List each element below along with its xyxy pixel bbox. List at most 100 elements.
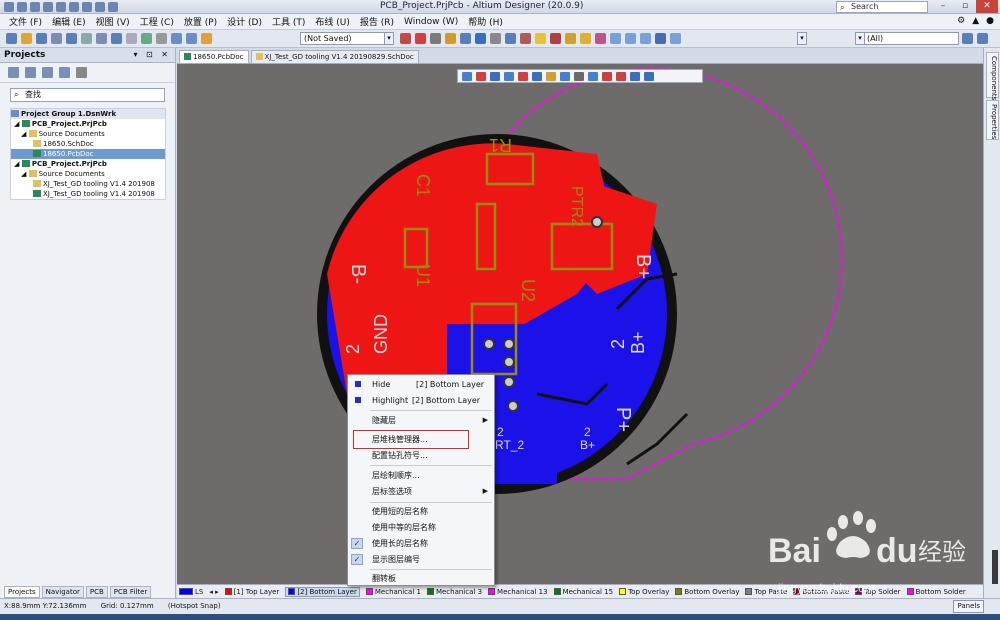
layer-color-swatch <box>365 587 373 595</box>
doc-tab-schdoc[interactable]: XJ_Test_GD tooling V1.4 20190829.SchDoc <box>250 50 419 63</box>
menu-item-show-layer-numbers[interactable]: ✓ 显示图层编号 <box>348 552 494 567</box>
vertical-scrollbar[interactable] <box>992 550 998 584</box>
toolbar-extra-icons[interactable] <box>962 33 988 44</box>
status-bar: X:88.9mm Y:72.136mm Grid: 0.127mm (Hotsp… <box>0 598 1000 614</box>
layer-tab-top-layer[interactable]: [1] Top Layer <box>224 587 279 596</box>
tree-item-schdoc[interactable]: XJ_Test_GD tooling V1.4 201908 <box>11 179 165 189</box>
quick-access-toolbar[interactable] <box>4 2 118 12</box>
tab-projects[interactable]: Projects <box>4 586 40 598</box>
via <box>591 216 603 228</box>
pcb-canvas[interactable]: R1 C1 U1 U2 PTR2 B- B+ GND 2 2 B+ P+ 2 R… <box>177 64 983 584</box>
menu-file[interactable]: 文件 (F) <box>4 15 47 28</box>
layer-color-swatch <box>179 587 193 595</box>
toolbar-file-icons[interactable] <box>6 33 212 44</box>
menu-separator <box>370 502 492 503</box>
layer-context-menu: Hide [2] Bottom Layer Highlight [2] Bottom… <box>347 374 495 586</box>
close-button[interactable]: ✕ <box>976 0 998 13</box>
tree-item-project-group[interactable]: Project Group 1.DsnWrk <box>11 109 165 119</box>
layer-tab-mechanical-3[interactable]: Mechanical 3 <box>426 587 482 596</box>
menu-window[interactable]: Window (W) <box>399 17 463 27</box>
layer-tab-mechanical-1[interactable]: Mechanical 1 <box>365 587 421 596</box>
tab-navigator[interactable]: Navigator <box>41 586 84 598</box>
tab-components[interactable]: Components <box>986 52 999 100</box>
layer-set-dropdown[interactable]: ▾ <box>797 32 807 45</box>
main-toolbar: (Not Saved) ▾ ▾ (All) ▾ <box>0 30 1000 48</box>
tab-properties[interactable]: Properties <box>986 100 999 140</box>
schematic-doc-icon <box>255 53 263 60</box>
menu-tools[interactable]: 工具 (T) <box>267 15 310 28</box>
tree-item-project[interactable]: ◢ PCB_Project.PrjPcb <box>11 119 165 129</box>
bell-icon[interactable]: ▲ <box>972 16 979 26</box>
projects-panel-header: Projects ▾ ⊡ ✕ <box>0 48 175 63</box>
menu-design[interactable]: 设计 (D) <box>222 15 267 28</box>
pcb-label-rt2: RT_2 <box>495 438 524 452</box>
pcb-label-gnd: GND <box>371 314 391 354</box>
menu-reports[interactable]: 报告 (R) <box>355 15 399 28</box>
gear-icon[interactable]: ⚙ <box>957 16 965 26</box>
layer-tab-top-overlay[interactable]: Top Overlay <box>619 587 669 596</box>
pcb-label-bplus-3: B+ <box>580 438 595 452</box>
user-icon[interactable]: ● <box>986 16 994 26</box>
tree-item-pcbdoc[interactable]: XJ_Test_GD tooling V1.4 201908 <box>11 189 165 199</box>
layer-color-swatch <box>553 587 561 595</box>
tab-pcb[interactable]: PCB <box>85 586 108 598</box>
layer-tab-bottom-overlay[interactable]: Bottom Overlay <box>675 587 739 596</box>
pcb-label-u2: U2 <box>518 279 538 302</box>
tree-item-project[interactable]: ◢ PCB_Project.PrjPcb <box>11 159 165 169</box>
menu-item-layer-label-options[interactable]: 层标签选项 ▶ <box>348 484 494 499</box>
tree-item-schdoc[interactable]: 18650.SchDoc <box>11 139 165 149</box>
pcb-label-bplus: B+ <box>632 254 654 279</box>
menu-edit[interactable]: 编辑 (E) <box>47 15 91 28</box>
pcb-doc-icon <box>184 53 191 60</box>
menu-item-medium-names[interactable]: 使用中等的层名称 <box>348 520 494 535</box>
projects-search-input[interactable]: ⌕ 查找 <box>10 88 165 102</box>
right-panel-strip: Components Properties <box>983 48 1000 598</box>
menu-item-layer-order[interactable]: 层绘制顺序... <box>348 468 494 483</box>
layer-scroll-buttons[interactable]: ◂ ▸ <box>209 588 218 596</box>
menu-item-short-names[interactable]: 使用短的层名称 <box>348 504 494 519</box>
toolbar-pcb-icons[interactable] <box>400 33 681 44</box>
menu-project[interactable]: 工程 (C) <box>135 15 179 28</box>
panels-button[interactable]: Panels <box>953 600 984 613</box>
menu-view[interactable]: 视图 (V) <box>91 15 135 28</box>
menu-item-long-names[interactable]: ✓ 使用长的层名称 <box>348 536 494 551</box>
project-tree: Project Group 1.DsnWrk ◢ PCB_Project.Prj… <box>10 108 166 200</box>
layer-tab-bottom-layer[interactable]: [2] Bottom Layer <box>285 586 360 597</box>
chevron-down-icon: ▾ <box>856 33 865 44</box>
global-search-input[interactable]: ⌕ Search <box>836 1 928 13</box>
pcb-label-pplus: P+ <box>612 407 634 432</box>
tree-item-folder[interactable]: ◢ Source Documents <box>11 129 165 139</box>
layer-color-swatch <box>224 587 232 595</box>
menu-help[interactable]: 帮助 (H) <box>463 15 508 28</box>
maximize-button[interactable]: ▫ <box>954 0 976 13</box>
menu-item-hide[interactable]: Hide [2] Bottom Layer <box>348 377 494 392</box>
menu-item-drill-symbols[interactable]: 配置钻孔符号... <box>348 448 494 463</box>
tab-pcb-filter[interactable]: PCB Filter <box>109 586 152 598</box>
panel-controls[interactable]: ▾ ⊡ ✕ <box>133 50 171 59</box>
folder-icon <box>28 130 37 137</box>
tree-item-pcbdoc[interactable]: 18650.PcbDoc <box>11 149 165 159</box>
layer-tab-mechanical-15[interactable]: Mechanical 15 <box>553 587 613 596</box>
menu-item-highlight[interactable]: Highlight [2] Bottom Layer <box>348 393 494 408</box>
pcb-label-2-rt: 2 <box>497 425 504 439</box>
menu-item-hide-layers[interactable]: 隐藏层 ▶ <box>348 413 494 428</box>
layer-tab-ls[interactable]: LS <box>179 587 203 596</box>
menu-place[interactable]: 放置 (P) <box>179 15 222 28</box>
floating-toolbar[interactable] <box>457 69 703 83</box>
schematic-doc-icon <box>33 140 41 147</box>
menu-item-flip-board[interactable]: 翻转板 <box>348 571 494 586</box>
minimize-button[interactable]: – <box>932 0 954 13</box>
doc-tab-pcbdoc[interactable]: 18650.PcbDoc <box>179 50 249 63</box>
left-panel-tabs: Projects Navigator PCB PCB Filter <box>0 586 176 598</box>
menu-route[interactable]: 布线 (U) <box>310 15 354 28</box>
layer-tab-mechanical-13[interactable]: Mechanical 13 <box>488 587 548 596</box>
document-tabs: 18650.PcbDoc XJ_Test_GD tooling V1.4 201… <box>177 48 1000 64</box>
layer-color-swatch <box>488 587 496 595</box>
pcb-doc-icon <box>33 190 41 197</box>
projects-panel-toolbar[interactable] <box>0 63 175 83</box>
filter-dropdown[interactable]: (All) ▾ <box>855 32 959 45</box>
watermark-cn: 经验 <box>918 538 966 566</box>
tree-item-folder[interactable]: ◢ Source Documents <box>11 169 165 179</box>
pcb-label-ptr2: PTR2 <box>568 186 585 227</box>
saved-state-dropdown[interactable]: (Not Saved) ▾ <box>300 32 394 45</box>
